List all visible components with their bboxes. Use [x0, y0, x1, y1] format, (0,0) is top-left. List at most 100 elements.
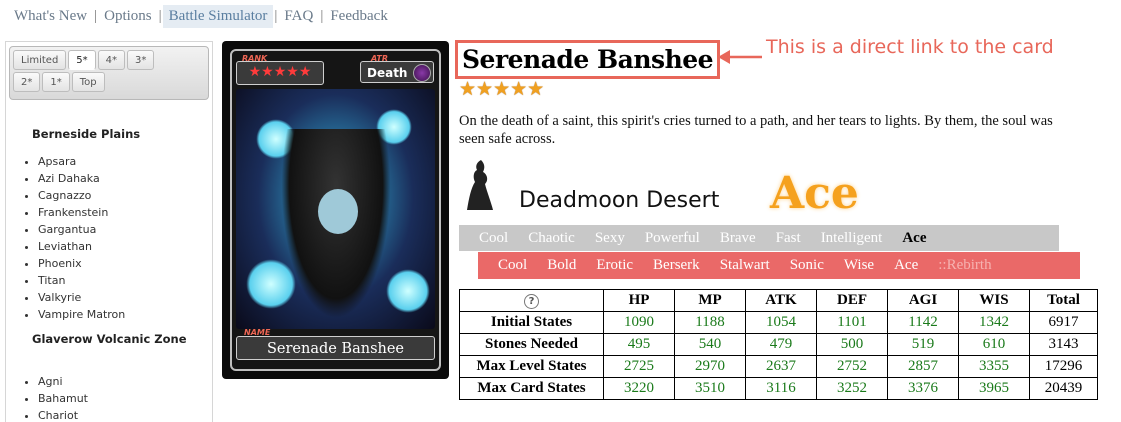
nav-feedback[interactable]: Feedback	[324, 5, 393, 28]
help-cell: ?	[459, 289, 604, 312]
nav-battle-simulator[interactable]: Battle Simulator	[162, 4, 274, 28]
tab-2-star[interactable]: 2*	[13, 72, 41, 92]
table-row: Max Level States 2725 2970 2637 2752 285…	[459, 355, 1098, 378]
stat-cell: 1090	[603, 311, 675, 334]
evolution-option[interactable]: Erotic	[596, 257, 633, 274]
list-item[interactable]: Phoenix	[38, 255, 125, 272]
attribute-text: Death	[367, 66, 408, 80]
card-title-link[interactable]: Serenade Banshee	[462, 45, 714, 74]
evolution-option-current[interactable]: Ace	[902, 230, 926, 247]
rank-title: Ace	[770, 168, 859, 219]
column-header: WIS	[958, 289, 1030, 312]
stat-cell: 1101	[816, 311, 888, 334]
stat-cell: 3220	[603, 377, 675, 400]
stat-cell: 2725	[603, 355, 675, 378]
evolution-option[interactable]: Cool	[479, 230, 508, 247]
region-heading: Berneside Plains	[32, 127, 141, 141]
table-row: Initial States 1090 1188 1054 1101 1142 …	[459, 311, 1098, 334]
tab-top[interactable]: Top	[71, 72, 105, 92]
stat-cell: 2970	[674, 355, 746, 378]
stat-cell: 1054	[745, 311, 817, 334]
area-name: Deadmoon Desert	[519, 188, 720, 213]
stat-cell: 3510	[674, 377, 746, 400]
stat-cell: 479	[745, 333, 817, 356]
stat-cell: 3252	[816, 377, 888, 400]
nav-faq[interactable]: FAQ	[278, 5, 319, 28]
card-artwork	[236, 89, 435, 329]
tab-1-star[interactable]: 1*	[42, 72, 70, 92]
stat-cell: 610	[958, 333, 1030, 356]
stat-cell: 495	[603, 333, 675, 356]
list-item[interactable]: Cagnazzo	[38, 187, 125, 204]
evolution-option[interactable]: Stalwart	[720, 257, 770, 274]
list-item[interactable]: Vampire Matron	[38, 306, 125, 323]
annotation-note: This is a direct link to the card	[766, 36, 1054, 58]
stat-cell: 3116	[745, 377, 817, 400]
evolution-option[interactable]: Sonic	[790, 257, 824, 274]
stat-cell: 3355	[958, 355, 1030, 378]
help-icon[interactable]: ?	[524, 294, 539, 309]
total-cell: 3143	[1029, 333, 1098, 356]
row-label: Max Card States	[459, 377, 604, 400]
stat-cell: 1142	[887, 311, 959, 334]
card-rank-stars: ★★★★★	[236, 61, 324, 85]
stats-table: ? HP MP ATK DEF AGI WIS Total Initial St…	[459, 289, 1098, 400]
card-list: Apsara Azi Dahaka Cagnazzo Frankenstein …	[26, 153, 125, 323]
nav-whats-new[interactable]: What's New	[8, 5, 93, 28]
tab-4-star[interactable]: 4*	[97, 50, 126, 70]
row-label: Stones Needed	[459, 333, 604, 356]
list-item[interactable]: Apsara	[38, 153, 125, 170]
evolution-path-secondary: Cool Bold Erotic Berserk Stalwart Sonic …	[478, 252, 1080, 279]
card-list-sidebar: Limited 5* 4* 3* 2* 1* Top Berneside Pla…	[5, 41, 213, 422]
stat-cell: 500	[816, 333, 888, 356]
stat-cell: 1188	[674, 311, 746, 334]
evolution-option[interactable]: Bold	[547, 257, 576, 274]
stat-cell: 519	[887, 333, 959, 356]
evolution-option[interactable]: Fast	[776, 230, 801, 247]
list-item[interactable]: Bahamut	[38, 390, 88, 407]
rarity-stars: ★★★★★	[459, 78, 545, 100]
card-title-box: Serenade Banshee	[455, 40, 721, 79]
column-header: HP	[603, 289, 675, 312]
nav-options[interactable]: Options	[98, 5, 158, 28]
list-item[interactable]: Azi Dahaka	[38, 170, 125, 187]
evolution-option[interactable]: Chaotic	[528, 230, 575, 247]
total-cell: 20439	[1029, 377, 1098, 400]
stat-cell: 3965	[958, 377, 1030, 400]
card-list: Agni Bahamut Chariot	[26, 373, 88, 422]
tab-limited[interactable]: Limited	[13, 50, 67, 70]
tab-5-star[interactable]: 5*	[68, 50, 96, 70]
evolution-option[interactable]: Intelligent	[821, 230, 883, 247]
stat-cell: 540	[674, 333, 746, 356]
stat-cell: 1342	[958, 311, 1030, 334]
tab-3-star[interactable]: 3*	[127, 50, 155, 70]
evolution-option[interactable]: Sexy	[595, 230, 625, 247]
list-item[interactable]: Gargantua	[38, 221, 125, 238]
evolution-option[interactable]: Powerful	[645, 230, 700, 247]
table-row: Stones Needed 495 540 479 500 519 610 31…	[459, 333, 1098, 356]
list-item[interactable]: Frankenstein	[38, 204, 125, 221]
list-item[interactable]: Agni	[38, 373, 88, 390]
evolution-option[interactable]: Berserk	[653, 257, 700, 274]
list-item[interactable]: Valkyrie	[38, 289, 125, 306]
total-cell: 17296	[1029, 355, 1098, 378]
list-item[interactable]: Titan	[38, 272, 125, 289]
arrow-left-icon	[718, 50, 762, 64]
evolution-option[interactable]: Cool	[498, 257, 527, 274]
stat-cell: 2637	[745, 355, 817, 378]
column-header: AGI	[887, 289, 959, 312]
rarity-tabs: Limited 5* 4* 3* 2* 1* Top	[9, 46, 209, 100]
evolution-option[interactable]: Brave	[720, 230, 756, 247]
total-cell: 6917	[1029, 311, 1098, 334]
evolution-option[interactable]: Wise	[844, 257, 874, 274]
region-heading: Glaverow Volcanic Zone	[32, 332, 187, 346]
list-item[interactable]: Leviathan	[38, 238, 125, 255]
column-header: DEF	[816, 289, 888, 312]
stat-cell: 2752	[816, 355, 888, 378]
list-item[interactable]: Chariot	[38, 407, 88, 422]
evolution-option[interactable]: Ace	[894, 257, 918, 274]
evolution-path-primary: Cool Chaotic Sexy Powerful Brave Fast In…	[459, 225, 1059, 251]
top-nav: What's New | Options | Battle Simulator …	[8, 4, 394, 28]
stat-cell: 3376	[887, 377, 959, 400]
rebirth-link[interactable]: ::Rebirth	[938, 257, 991, 274]
